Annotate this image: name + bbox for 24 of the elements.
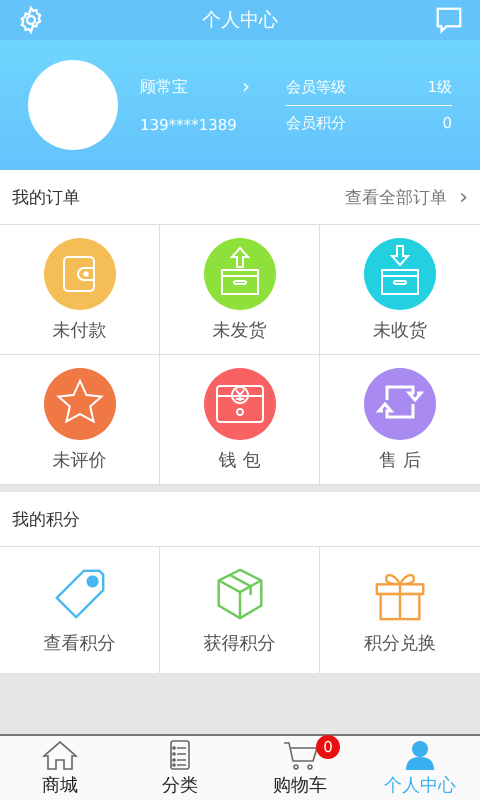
stat-value: 1级 <box>427 78 452 96</box>
order-item[interactable]: 未付款 <box>0 225 160 355</box>
page-title: 个人中心 <box>202 8 278 33</box>
points-item[interactable]: 查看积分 <box>0 547 160 673</box>
stat-label: 会员积分 <box>286 114 346 132</box>
points-item[interactable]: 获得积分 <box>160 547 320 673</box>
points-item[interactable]: 积分兑换 <box>320 547 480 673</box>
stat-label: 会员等级 <box>286 78 346 96</box>
order-item[interactable]: 未收货 <box>320 225 480 355</box>
home-icon <box>40 739 80 771</box>
tab[interactable]: 商城 <box>0 736 120 800</box>
stat-value: 0 <box>442 114 452 132</box>
order-item[interactable]: 未发货 <box>160 225 320 355</box>
order-item[interactable]: 售 后 <box>320 355 480 485</box>
all-orders-link[interactable]: 查看全部订单 › <box>345 184 468 210</box>
order-item[interactable]: 钱 包 <box>160 355 320 485</box>
phone-number: 139****1389 <box>140 116 238 134</box>
cart-count-badge: 0 <box>316 735 340 759</box>
section-title: 我的订单 <box>12 186 80 208</box>
tab[interactable]: 分类 <box>120 736 240 800</box>
section-title: 我的积分 <box>12 508 80 530</box>
order-item[interactable]: 未评价 <box>0 355 160 485</box>
message-icon[interactable] <box>434 5 464 35</box>
tab[interactable]: 0 购物车 <box>240 736 360 800</box>
